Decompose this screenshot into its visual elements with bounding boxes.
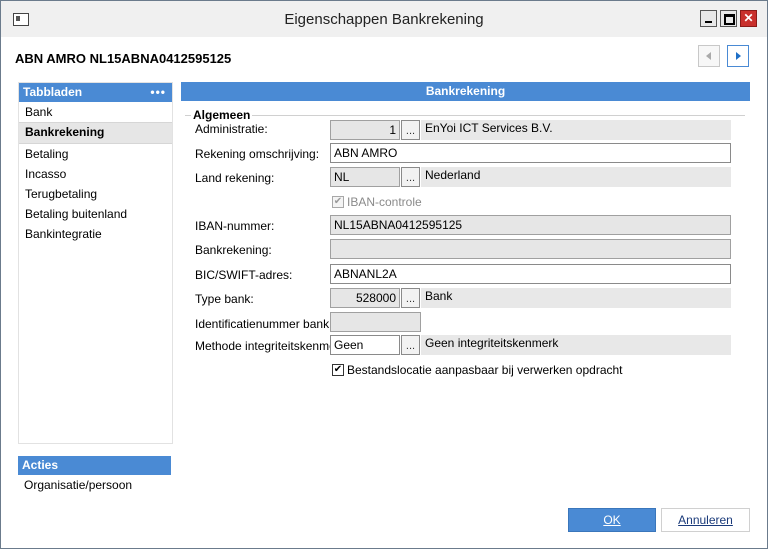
arrow-left-icon [706, 52, 711, 60]
iban-controle-label: IBAN-controle [347, 195, 422, 209]
iban-controle-checkbox[interactable]: ✔ [332, 196, 344, 208]
tab-bankintegratie[interactable]: Bankintegratie [19, 224, 172, 244]
methode-lookup-button[interactable]: ... [401, 335, 420, 355]
type-bank-label: Type bank: [195, 292, 254, 306]
group-title: Algemeen [191, 108, 253, 122]
land-description: Nederland [421, 167, 731, 187]
type-bank-lookup-button[interactable]: ... [401, 288, 420, 308]
methode-label: Methode integriteitskenmerk: [195, 339, 350, 353]
actions-panel: Acties Organisatie/persoon [18, 456, 171, 498]
tab-betaling-buitenland[interactable]: Betaling buitenland [19, 204, 172, 224]
tabs-panel: Tabbladen ••• Bank Bankrekening Betaling… [18, 82, 173, 444]
omschrijving-label: Rekening omschrijving: [195, 147, 320, 161]
dialog-body: ABN AMRO NL15ABNA0412595125 Tabbladen ••… [1, 37, 767, 548]
tab-bank[interactable]: Bank [19, 102, 172, 122]
identificatie-field[interactable] [330, 312, 421, 332]
administratie-lookup-button[interactable]: ... [401, 120, 420, 140]
bestandslocatie-label: Bestandslocatie aanpasbaar bij verwerken… [347, 363, 623, 377]
actions-panel-title: Acties [22, 458, 59, 472]
actions-panel-header: Acties [18, 456, 171, 475]
bic-label: BIC/SWIFT-adres: [195, 268, 293, 282]
omschrijving-input[interactable]: ABN AMRO [330, 143, 731, 163]
action-organisatie-persoon[interactable]: Organisatie/persoon [18, 475, 171, 495]
ok-button[interactable]: OK [568, 508, 656, 532]
cancel-button[interactable]: Annuleren [661, 508, 750, 532]
group-divider [185, 115, 745, 116]
methode-description: Geen integriteitskenmerk [421, 335, 731, 355]
type-bank-description: Bank [421, 288, 731, 308]
methode-input[interactable]: Geen [330, 335, 400, 355]
tab-incasso[interactable]: Incasso [19, 164, 172, 184]
ok-button-label: OK [603, 513, 621, 527]
bestandslocatie-checkbox[interactable]: ✔ [332, 364, 344, 376]
cancel-button-label: Annuleren [678, 513, 733, 527]
minimize-button[interactable] [700, 10, 717, 27]
land-lookup-button[interactable]: ... [401, 167, 420, 187]
tab-bankrekening[interactable]: Bankrekening [19, 122, 172, 144]
iban-label: IBAN-nummer: [195, 219, 275, 233]
arrow-right-icon [736, 52, 741, 60]
close-button[interactable]: ✕ [740, 10, 757, 27]
land-field[interactable]: NL [330, 167, 400, 187]
tabs-panel-header: Tabbladen ••• [19, 83, 172, 102]
type-bank-field[interactable]: 528000 [330, 288, 400, 308]
administratie-label: Administratie: [195, 122, 268, 136]
iban-field[interactable]: NL15ABNA0412595125 [330, 215, 731, 235]
identificatie-label: Identificatienummer bank: [195, 317, 333, 331]
more-options-icon[interactable]: ••• [150, 83, 166, 102]
record-title: ABN AMRO NL15ABNA0412595125 [15, 51, 232, 66]
administratie-description: EnYoi ICT Services B.V. [421, 120, 731, 140]
tab-terugbetaling[interactable]: Terugbetaling [19, 184, 172, 204]
bic-input[interactable]: ABNANL2A [330, 264, 731, 284]
section-header: Bankrekening [181, 82, 750, 101]
dialog-window: Eigenschappen Bankrekening ✕ ABN AMRO NL… [0, 0, 768, 549]
land-label: Land rekening: [195, 171, 275, 185]
tabs-panel-title: Tabbladen [23, 85, 83, 99]
previous-record-button[interactable] [698, 45, 720, 67]
maximize-button[interactable] [720, 10, 737, 27]
tab-betaling[interactable]: Betaling [19, 144, 172, 164]
next-record-button[interactable] [727, 45, 749, 67]
bankrekening-field[interactable] [330, 239, 731, 259]
title-bar[interactable]: Eigenschappen Bankrekening ✕ [1, 1, 767, 37]
bankrekening-label: Bankrekening: [195, 243, 272, 257]
window-title: Eigenschappen Bankrekening [284, 11, 484, 28]
administratie-field[interactable]: 1 [330, 120, 400, 140]
